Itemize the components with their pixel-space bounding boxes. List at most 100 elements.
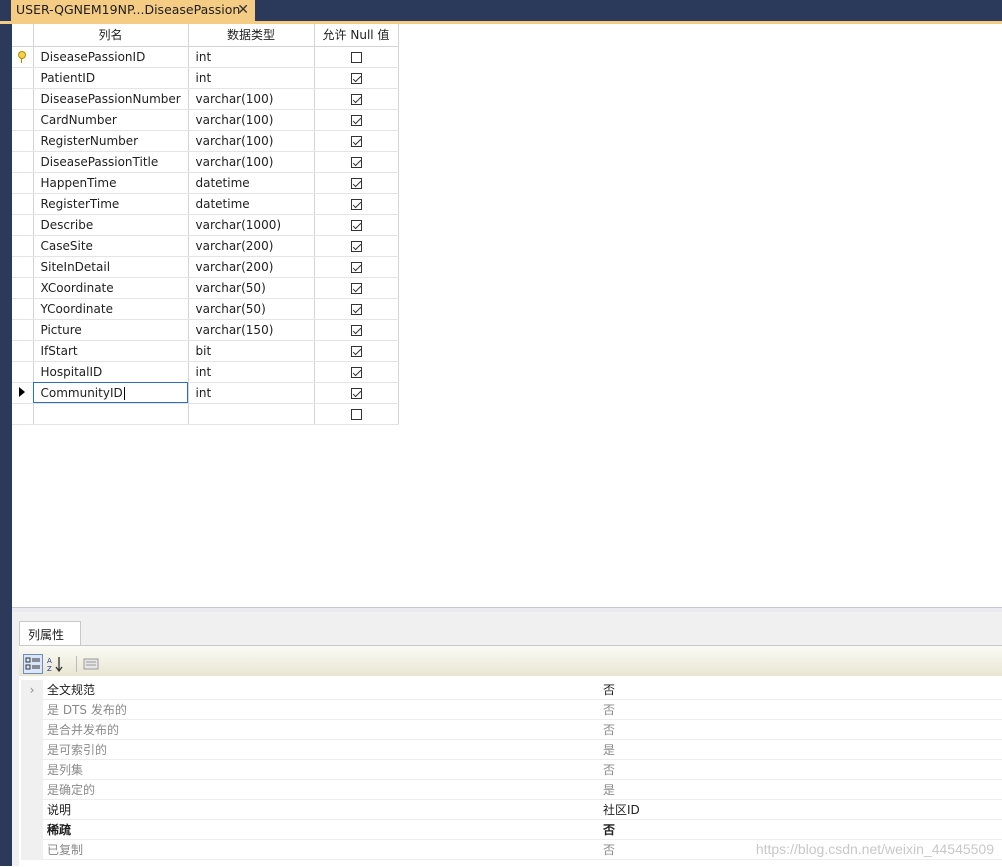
allow-null-checkbox[interactable] — [350, 366, 362, 378]
row-selector[interactable] — [12, 256, 34, 278]
property-row[interactable]: 稀疏否 — [21, 819, 1002, 840]
data-type-cell[interactable]: int — [188, 46, 315, 68]
column-name-cell[interactable]: CardNumber — [33, 109, 189, 131]
property-value[interactable]: 是 — [599, 739, 1002, 760]
allow-null-checkbox[interactable] — [350, 387, 362, 399]
column-row[interactable]: XCoordinate varchar(50) — [12, 277, 399, 299]
property-value[interactable]: 否 — [599, 759, 1002, 780]
column-row[interactable]: Describe varchar(1000) — [12, 214, 399, 236]
property-row[interactable]: 是可索引的是 — [21, 739, 1002, 760]
document-tab[interactable]: USER-QGNEM19NP...DiseasePassion ✕ — [11, 0, 255, 21]
column-row[interactable]: HospitalID int — [12, 361, 399, 383]
data-type-cell[interactable]: varchar(100) — [188, 109, 315, 131]
allow-null-checkbox[interactable] — [350, 114, 362, 126]
column-name-cell[interactable]: Describe — [33, 214, 189, 236]
data-type-cell[interactable]: int — [188, 67, 315, 89]
data-type-cell[interactable]: varchar(200) — [188, 235, 315, 257]
column-row[interactable]: DiseasePassionID int — [12, 46, 399, 68]
allow-null-checkbox[interactable] — [350, 135, 362, 147]
column-name-cell[interactable]: CommunityID — [33, 382, 189, 404]
allow-null-checkbox[interactable] — [350, 261, 362, 273]
property-row[interactable]: 说明 社区ID — [21, 799, 1002, 820]
row-selector[interactable] — [12, 235, 34, 257]
row-selector[interactable] — [12, 88, 34, 110]
property-row[interactable]: 是 DTS 发布的否 — [21, 699, 1002, 720]
property-row[interactable]: 是确定的是 — [21, 779, 1002, 800]
expand-chevron-icon[interactable]: › — [21, 680, 43, 700]
sort-az-icon[interactable]: A Z — [46, 654, 66, 674]
allow-null-checkbox[interactable] — [350, 324, 362, 336]
column-name-cell[interactable]: HospitalID — [33, 361, 189, 383]
row-selector[interactable] — [12, 151, 34, 173]
data-type-cell[interactable]: int — [188, 382, 315, 404]
row-selector[interactable] — [12, 109, 34, 131]
column-name-cell[interactable]: DiseasePassionTitle — [33, 151, 189, 173]
property-pages-icon[interactable] — [81, 654, 101, 674]
allow-null-checkbox[interactable] — [350, 240, 362, 252]
data-type-cell[interactable]: varchar(50) — [188, 277, 315, 299]
column-name-cell[interactable]: DiseasePassionID — [33, 46, 189, 68]
column-name-cell[interactable]: PatientID — [33, 67, 189, 89]
allow-null-checkbox[interactable] — [350, 408, 362, 420]
allow-null-checkbox[interactable] — [350, 219, 362, 231]
data-type-cell[interactable]: varchar(50) — [188, 298, 315, 320]
column-row[interactable]: CardNumber varchar(100) — [12, 109, 399, 131]
tab-column-properties[interactable]: 列属性 — [19, 621, 81, 645]
data-type-cell[interactable]: bit — [188, 340, 315, 362]
column-row[interactable]: SiteInDetail varchar(200) — [12, 256, 399, 278]
property-value[interactable]: 否 — [599, 680, 1002, 700]
row-selector[interactable] — [12, 298, 34, 320]
row-selector[interactable] — [12, 403, 34, 425]
property-row[interactable]: 是列集否 — [21, 759, 1002, 780]
allow-null-checkbox[interactable] — [350, 72, 362, 84]
column-name-cell[interactable] — [33, 403, 189, 425]
column-name-cell[interactable]: RegisterTime — [33, 193, 189, 215]
row-selector[interactable] — [12, 382, 34, 404]
column-name-cell[interactable]: CaseSite — [33, 235, 189, 257]
column-name-cell[interactable]: Picture — [33, 319, 189, 341]
row-selector[interactable] — [12, 130, 34, 152]
column-row[interactable]: CaseSite varchar(200) — [12, 235, 399, 257]
row-selector[interactable] — [12, 340, 34, 362]
data-type-cell[interactable]: varchar(100) — [188, 151, 315, 173]
data-type-cell[interactable]: int — [188, 361, 315, 383]
property-value[interactable]: 否 — [599, 719, 1002, 740]
data-type-cell[interactable] — [188, 403, 315, 425]
property-row[interactable]: › 全文规范否 — [21, 680, 1002, 700]
row-selector[interactable] — [12, 214, 34, 236]
data-type-cell[interactable]: datetime — [188, 172, 315, 194]
row-selector[interactable] — [12, 46, 34, 68]
row-selector[interactable] — [12, 361, 34, 383]
allow-null-checkbox[interactable] — [350, 177, 362, 189]
row-selector[interactable] — [12, 172, 34, 194]
column-row[interactable]: PatientID int — [12, 67, 399, 89]
column-row[interactable]: YCoordinate varchar(50) — [12, 298, 399, 320]
column-row[interactable]: RegisterNumber varchar(100) — [12, 130, 399, 152]
allow-null-checkbox[interactable] — [350, 345, 362, 357]
column-name-cell[interactable]: XCoordinate — [33, 277, 189, 299]
data-type-cell[interactable]: varchar(1000) — [188, 214, 315, 236]
column-name-cell[interactable]: YCoordinate — [33, 298, 189, 320]
property-value[interactable]: 社区ID — [599, 799, 1002, 820]
column-name-cell[interactable]: SiteInDetail — [33, 256, 189, 278]
row-selector[interactable] — [12, 277, 34, 299]
column-row[interactable]: IfStart bit — [12, 340, 399, 362]
data-type-cell[interactable]: varchar(200) — [188, 256, 315, 278]
data-type-cell[interactable]: varchar(100) — [188, 88, 315, 110]
row-selector[interactable] — [12, 67, 34, 89]
row-selector[interactable] — [12, 193, 34, 215]
column-row[interactable]: CommunityID int — [12, 382, 399, 404]
column-row[interactable]: RegisterTime datetime — [12, 193, 399, 215]
property-value[interactable]: 否 — [599, 699, 1002, 720]
column-row[interactable]: DiseasePassionTitle varchar(100) — [12, 151, 399, 173]
property-row[interactable]: 是合并发布的否 — [21, 719, 1002, 740]
allow-null-checkbox[interactable] — [350, 198, 362, 210]
new-column-row[interactable] — [12, 403, 399, 425]
allow-null-checkbox[interactable] — [350, 156, 362, 168]
allow-null-checkbox[interactable] — [350, 282, 362, 294]
allow-null-checkbox[interactable] — [350, 51, 362, 63]
allow-null-checkbox[interactable] — [350, 303, 362, 315]
categorized-icon[interactable] — [23, 654, 43, 674]
column-name-cell[interactable]: DiseasePassionNumber — [33, 88, 189, 110]
column-name-cell[interactable]: IfStart — [33, 340, 189, 362]
